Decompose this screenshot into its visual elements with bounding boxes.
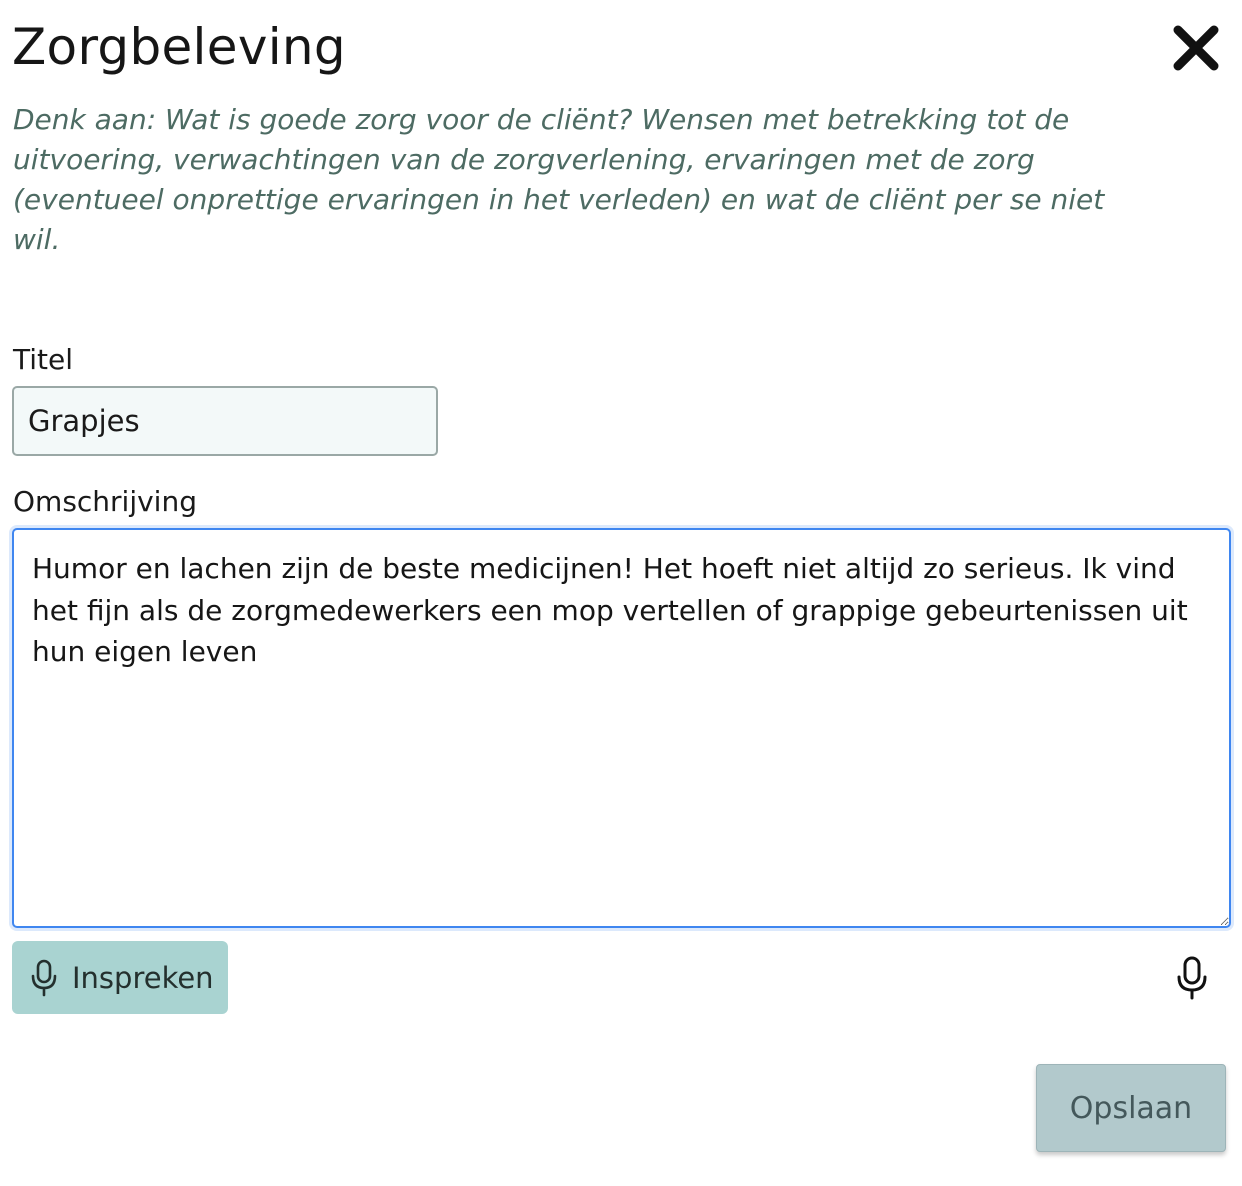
title-label: Titel [13, 343, 74, 376]
microphone-icon [31, 959, 57, 996]
dictate-button[interactable]: Inspreken [12, 941, 228, 1014]
dialog-title: Zorgbeleving [12, 18, 346, 76]
microphone-button[interactable] [1172, 956, 1212, 1000]
save-button[interactable]: Opslaan [1036, 1064, 1226, 1152]
description-label: Omschrijving [13, 485, 197, 518]
title-input[interactable] [12, 386, 438, 456]
close-icon [1173, 25, 1219, 71]
close-button[interactable] [1170, 22, 1222, 74]
dictate-label: Inspreken [72, 960, 214, 995]
hint-text: Denk aan: Wat is goede zorg voor de clië… [13, 103, 1105, 256]
microphone-icon [1177, 956, 1207, 1000]
description-textarea[interactable]: Humor en lachen zijn de beste medicijnen… [12, 528, 1231, 928]
